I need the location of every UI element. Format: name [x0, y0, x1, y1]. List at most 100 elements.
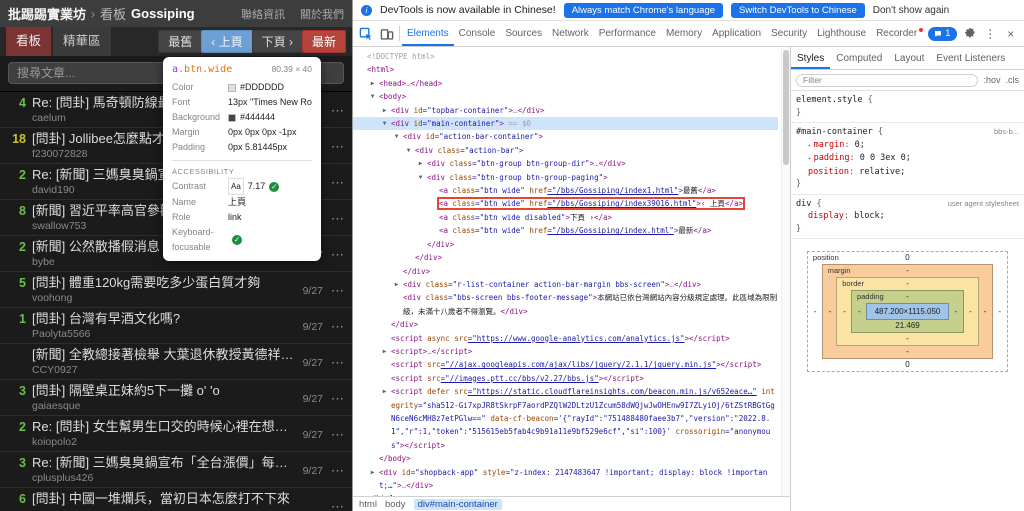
paging-button[interactable]: 最新 — [301, 30, 346, 53]
contact-info-link[interactable]: 聯絡資訊 — [241, 6, 285, 22]
styles-tab-layout[interactable]: Layout — [888, 47, 930, 69]
post-title[interactable]: [新聞] 全教總接著檢舉 大葉退休教授黃德祥開校長培訓班 — [32, 346, 297, 363]
post-title[interactable]: [問卦] 中國一堆爛兵，當初日本怎麼打不下來 — [32, 490, 317, 507]
dom-node-line[interactable]: ▼ <div class="action-bar"> — [353, 144, 778, 157]
dom-node-line[interactable]: <a class="btn wide disabled">下頁 ›</a> — [353, 211, 778, 224]
dom-node-line[interactable]: <a class="btn wide" href="/bbs/Gossiping… — [353, 197, 778, 211]
dom-node-line[interactable]: ▶ <script>…</script> — [353, 345, 778, 358]
box-model-position[interactable]: position 0- margin - - border - - padding - -487.2… — [806, 251, 1009, 372]
dom-node-line[interactable]: </div> — [353, 238, 778, 251]
tab-elements[interactable]: Elements — [402, 21, 454, 46]
dom-node-line[interactable]: ▶ <div class="r-list-container action-bar… — [353, 278, 778, 291]
dont-show-again-button[interactable]: Don't show again — [873, 5, 949, 16]
expand-arrow-icon[interactable]: ▶ — [368, 77, 377, 90]
about-us-link[interactable]: 關於我們 — [300, 6, 344, 22]
dom-node-line[interactable]: <script async src="https://www.google-an… — [353, 332, 778, 345]
post-row[interactable]: 2 Re: [問卦] 女生幫男生口交的時候心裡在想什麼? koiopolo2 9/27… — [0, 416, 352, 452]
tab-memory[interactable]: Memory — [661, 21, 707, 46]
dom-node-line[interactable]: ▶ <div id="shopback-app" style="z-index: … — [353, 466, 778, 493]
ptt-brand[interactable]: 批踢踢實業坊 — [8, 4, 86, 23]
dom-node-line[interactable]: ▶ <script defer src="https://static.cloud… — [353, 385, 778, 452]
collapse-arrow-icon[interactable]: ▼ — [392, 130, 401, 143]
post-menu-icon[interactable]: ⋯ — [331, 247, 344, 263]
box-model-padding[interactable]: padding - -487.200×1115.050-21.469 — [850, 290, 965, 333]
dom-node-line[interactable]: ▶ <div class="btn-group btn-group-dir">…<… — [353, 157, 778, 170]
cls-toggle[interactable]: .cls — [1006, 75, 1020, 85]
dom-node-line[interactable]: </body> — [353, 452, 778, 465]
stylesheet-source-link[interactable]: user agent stylesheet — [948, 198, 1019, 211]
post-title[interactable]: [問卦] 台灣有早酒文化嗎? — [32, 310, 297, 327]
expand-arrow-icon[interactable]: ▶ — [380, 345, 389, 358]
post-title[interactable]: [問卦] 體重120kg需要吃多少蛋白質才夠 — [32, 274, 297, 291]
post-menu-icon[interactable]: ⋯ — [331, 211, 344, 227]
scrollbar-thumb[interactable] — [783, 50, 789, 165]
post-row[interactable]: 5 [問卦] 體重120kg需要吃多少蛋白質才夠 voohong 9/27 ⋯ — [0, 272, 352, 308]
device-toolbar-icon[interactable] — [377, 21, 398, 46]
dom-node-line[interactable]: </div> — [353, 265, 778, 278]
styles-tab-styles[interactable]: Styles — [791, 47, 830, 69]
board-tab[interactable]: 看板 — [6, 27, 52, 56]
tab-sources[interactable]: Sources — [500, 21, 547, 46]
expand-arrow-icon[interactable]: ▶ — [416, 157, 425, 170]
css-rule[interactable]: user agent stylesheet div {display: block… — [791, 195, 1024, 239]
dom-node-line[interactable]: ▶ <div id="topbar-container">…</div> — [353, 104, 778, 117]
elements-scrollbar[interactable] — [781, 47, 790, 496]
styles-tab-computed[interactable]: Computed — [830, 47, 888, 69]
kebab-menu-icon[interactable]: ⋮ — [980, 21, 1001, 46]
dom-node-line[interactable]: ▶ <head>…</head> — [353, 77, 778, 90]
paging-button[interactable]: ‹ 上頁 — [201, 30, 253, 53]
css-rule[interactable]: element.style {} — [791, 91, 1024, 123]
match-chrome-language-button[interactable]: Always match Chrome's language — [563, 2, 724, 18]
dom-node-line[interactable]: <a class="btn wide" href="/bbs/Gossiping… — [353, 184, 778, 197]
post-menu-icon[interactable]: ⋯ — [331, 427, 344, 443]
post-row[interactable]: 3 Re: [新聞] 三媽臭臭鍋宣布「全台漲價」每鍋貴20 cplusplus426… — [0, 452, 352, 488]
dom-node-line[interactable]: ▼ <div class="btn-group btn-group-paging"… — [353, 171, 778, 184]
box-model-content[interactable]: 487.200×1115.050 — [865, 303, 950, 320]
styles-tab-event-listeners[interactable]: Event Listeners — [930, 47, 1011, 69]
post-menu-icon[interactable]: ⋯ — [331, 139, 344, 155]
expand-arrow-icon[interactable]: ▶ — [380, 385, 389, 398]
post-menu-icon[interactable]: ⋯ — [331, 463, 344, 479]
switch-to-chinese-button[interactable]: Switch DevTools to Chinese — [731, 2, 865, 18]
tab-application[interactable]: Application — [707, 21, 766, 46]
box-model-border[interactable]: border - - padding - -487.200×1115.050-21.469… — [836, 277, 979, 346]
tab-console[interactable]: Console — [454, 21, 501, 46]
settings-gear-icon[interactable] — [960, 21, 981, 46]
collapse-arrow-icon[interactable]: ▼ — [404, 144, 413, 157]
dom-node-line[interactable]: <div class="bbs-screen bbs-footer-messag… — [353, 291, 778, 318]
post-menu-icon[interactable]: ⋯ — [331, 283, 344, 299]
inspect-element-icon[interactable] — [356, 21, 377, 46]
tab-performance[interactable]: Performance — [594, 21, 661, 46]
breadcrumb-div#main-container[interactable]: div#main-container — [413, 498, 502, 510]
tab-security[interactable]: Security — [766, 21, 812, 46]
close-devtools-icon[interactable]: × — [1001, 21, 1022, 46]
dom-node-line[interactable]: <html> — [353, 63, 778, 76]
post-menu-icon[interactable]: ⋯ — [331, 319, 344, 335]
box-model-margin[interactable]: margin - - border - - padding - -487.200×1115.05… — [821, 264, 994, 359]
post-row[interactable]: 3 [問卦] 隔壁桌正妹約5下一攤 o' 'o gaiaesque 9/27 ⋯ — [0, 380, 352, 416]
post-row[interactable]: 1 [問卦] 台灣有早酒文化嗎? Paolyta5566 9/27 ⋯ — [0, 308, 352, 344]
post-row[interactable]: 6 [問卦] 中國一堆爛兵，當初日本怎麼打不下來 ⋯ — [0, 488, 352, 511]
post-menu-icon[interactable]: ⋯ — [331, 391, 344, 407]
post-title[interactable]: [問卦] 隔壁桌正妹約5下一攤 o' 'o — [32, 382, 297, 399]
breadcrumb-html[interactable]: html — [359, 499, 377, 510]
board-tab[interactable]: 精華區 — [53, 27, 111, 56]
dom-node-line[interactable]: <!DOCTYPE html> — [353, 50, 778, 63]
dom-node-line[interactable]: ▼ <div id="action-bar-container"> — [353, 130, 778, 143]
dom-node-line[interactable]: </div> — [353, 251, 778, 264]
dom-node-line[interactable]: </html> — [353, 492, 778, 496]
paging-button[interactable]: 下頁 › — [251, 30, 303, 53]
post-menu-icon[interactable]: ⋯ — [331, 355, 344, 371]
collapse-arrow-icon[interactable]: ▼ — [380, 117, 389, 130]
paging-button[interactable]: 最舊 — [158, 30, 203, 53]
css-property[interactable]: ▸ padding: 0 0 3ex 0; — [796, 152, 1019, 166]
post-title[interactable]: Re: [新聞] 三媽臭臭鍋宣布「全台漲價」每鍋貴20 — [32, 454, 297, 471]
expand-arrow-icon[interactable]: ▶ — [368, 466, 377, 479]
tab-recorder[interactable]: Recorder — [871, 21, 928, 46]
post-title[interactable]: Re: [問卦] 女生幫男生口交的時候心裡在想什麼? — [32, 418, 297, 435]
post-menu-icon[interactable]: ⋯ — [331, 175, 344, 191]
post-menu-icon[interactable]: ⋯ — [331, 499, 344, 511]
board-name[interactable]: Gossiping — [131, 6, 195, 21]
collapse-arrow-icon[interactable]: ▼ — [368, 90, 377, 103]
expand-arrow-icon[interactable]: ▶ — [392, 278, 401, 291]
